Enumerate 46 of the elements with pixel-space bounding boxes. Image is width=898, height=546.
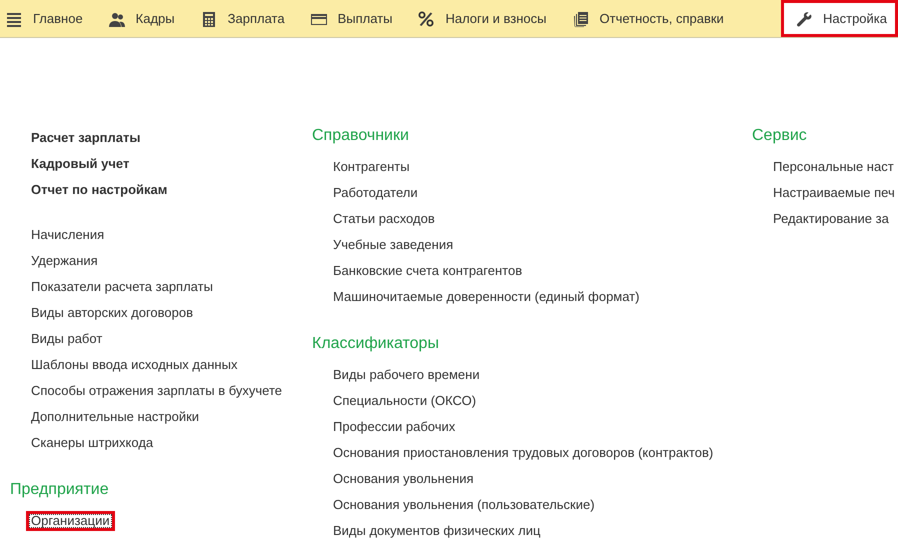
wrench-icon	[796, 10, 812, 26]
menu-link[interactable]: Шаблоны ввода исходных данных	[29, 356, 240, 374]
menu-link[interactable]: Статьи расходов	[331, 210, 437, 228]
section-heading: Сервис	[752, 126, 808, 146]
nav-tab[interactable]: Отчетность, справки	[566, 0, 738, 37]
percent-icon	[418, 10, 434, 26]
section-heading: Предприятие	[10, 480, 110, 500]
menu-link[interactable]: Основания увольнения (пользовательские)	[331, 496, 597, 514]
menu-link[interactable]: Основания увольнения	[331, 470, 476, 488]
menu-link[interactable]: Машиночитаемые доверенности (единый формат)	[331, 288, 642, 306]
menu-link[interactable]: Виды авторских договоров	[29, 304, 196, 322]
menu-link[interactable]: Способы отражения зарплаты в бухучете	[29, 382, 284, 400]
menu-link[interactable]: Персональные наст	[771, 158, 896, 176]
menu-link[interactable]: Показатели расчета зарплаты	[29, 278, 215, 296]
menu-link[interactable]: Начисления	[29, 226, 106, 244]
section-heading: Справочники	[312, 126, 410, 146]
menu-link[interactable]: Контрагенты	[331, 158, 412, 176]
calculator-icon	[200, 10, 217, 26]
command-link[interactable]: Кадровый учет	[29, 155, 132, 173]
menu-link[interactable]: Дополнительные настройки	[29, 408, 202, 426]
menu-link[interactable]: Удержания	[29, 252, 100, 270]
menu-link[interactable]: Виды документов физических лиц	[331, 522, 542, 540]
menu-link[interactable]: Сканеры штрихкода	[29, 434, 156, 452]
menu-link[interactable]: Виды работ	[29, 330, 104, 348]
menu-link[interactable]: Работодатели	[331, 184, 420, 202]
menu-link[interactable]: Банковские счета контрагентов	[331, 262, 524, 280]
menu-link[interactable]: Основания приостановления трудовых договоров (контрактов)	[331, 444, 716, 462]
command-link[interactable]: Расчет зарплаты	[29, 129, 142, 147]
menu-link[interactable]: Учебные заведения	[331, 236, 456, 254]
menu-link[interactable]: Настраиваемые печ	[771, 184, 897, 202]
documents-icon	[572, 10, 588, 26]
nav-tab[interactable]: Зарплата	[194, 0, 299, 37]
menu-link[interactable]: Редактирование за	[771, 210, 891, 228]
menu-link[interactable]: Организации	[26, 511, 115, 531]
nav-tab[interactable]: Налоги и взносы	[412, 0, 560, 37]
menu-icon	[6, 10, 22, 26]
nav-tab[interactable]: Выплаты	[304, 0, 406, 37]
menu-link[interactable]: Специальности (ОКСО)	[331, 392, 478, 410]
nav-tab[interactable]: Настройка	[781, 0, 898, 37]
menu-link[interactable]: Профессии рабочих	[331, 418, 458, 436]
command-link[interactable]: Отчет по настройкам	[29, 181, 170, 199]
nav-tab[interactable]: Главное	[0, 0, 97, 37]
section-heading: Классификаторы	[312, 334, 440, 354]
people-icon	[108, 10, 125, 26]
nav-tab[interactable]: Кадры	[102, 0, 189, 37]
menu-link[interactable]: Виды рабочего времени	[331, 366, 482, 384]
